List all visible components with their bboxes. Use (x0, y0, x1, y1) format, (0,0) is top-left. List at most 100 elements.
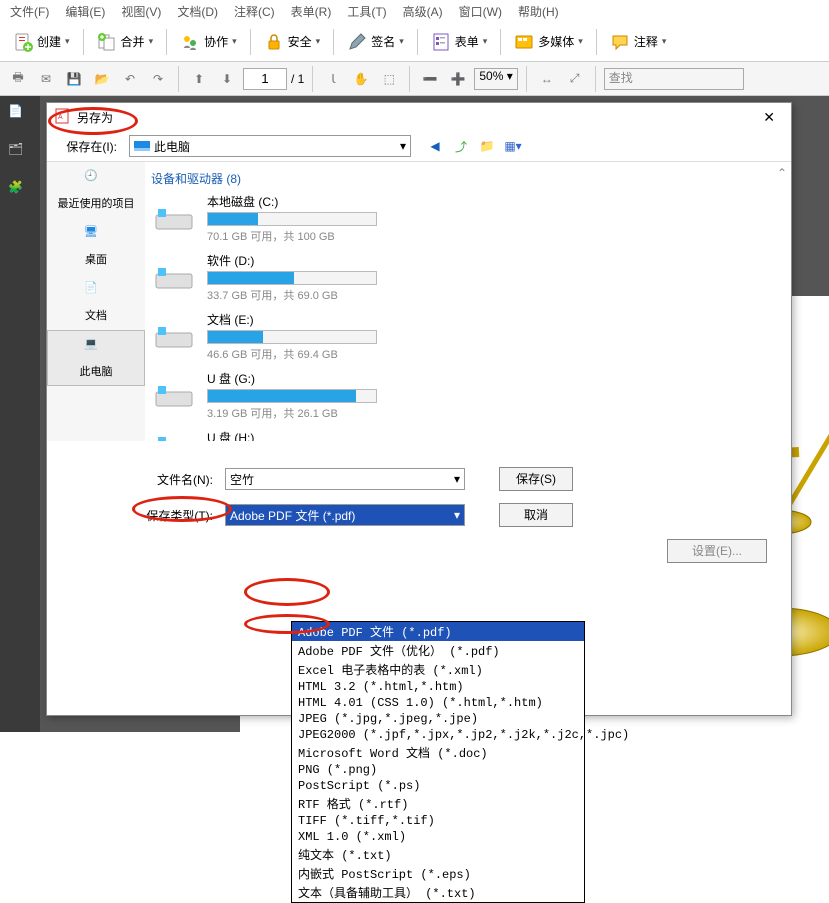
redo-icon[interactable]: ↷ (146, 67, 170, 91)
drive-sub: 70.1 GB 可用，共 100 GB (207, 228, 377, 244)
pdf-icon: A (55, 108, 71, 127)
multimedia-button[interactable]: 多媒体▾ (507, 26, 590, 58)
combine-label: 合并 (121, 33, 145, 50)
dialog-close-button[interactable]: ✕ (755, 107, 783, 128)
drive-item[interactable]: U 盘 (G:)3.19 GB 可用，共 26.1 GB (149, 368, 781, 427)
zoom-in-icon[interactable]: ➕ (446, 67, 470, 91)
filename-input[interactable]: 空竹▾ (225, 468, 465, 490)
filetype-option[interactable]: HTML 4.01 (CSS 1.0) (*.html,*.htm) (292, 695, 584, 711)
filetype-option[interactable]: HTML 3.2 (*.html,*.htm) (292, 679, 584, 695)
page-down-icon[interactable]: ⬇ (215, 67, 239, 91)
back-icon[interactable]: ◀ (425, 136, 445, 156)
drive-sub: 3.19 GB 可用，共 26.1 GB (207, 405, 377, 421)
filetype-combo[interactable]: Adobe PDF 文件 (*.pdf)▾ (225, 504, 465, 526)
save-button[interactable]: 保存(S) (499, 467, 573, 491)
undo-icon[interactable]: ↶ (118, 67, 142, 91)
save-in-combo[interactable]: 此电脑 ▾ (129, 135, 411, 157)
drive-item[interactable]: 文档 (E:)46.6 GB 可用，共 69.4 GB (149, 309, 781, 368)
filetype-option[interactable]: Excel 电子表格中的表 (*.xml) (292, 660, 584, 679)
filetype-option[interactable]: TIFF (*.tiff,*.tif) (292, 813, 584, 829)
drive-list[interactable]: 设备和驱动器 (8)⌃ 本地磁盘 (C:)70.1 GB 可用，共 100 GB… (145, 162, 791, 441)
secure-label: 安全 (288, 33, 312, 50)
zoom-select[interactable]: 50% ▾ (474, 68, 517, 90)
filename-label: 文件名(N): (55, 471, 217, 488)
filetype-option[interactable]: RTF 格式 (*.rtf) (292, 794, 584, 813)
collaborate-icon (180, 32, 200, 52)
drive-item[interactable]: 软件 (D:)33.7 GB 可用，共 69.0 GB (149, 250, 781, 309)
find-input[interactable]: 查找 (604, 68, 744, 90)
menu-advanced[interactable]: 高级(A) (397, 1, 449, 22)
menu-doc[interactable]: 文档(D) (171, 1, 224, 22)
filetype-dropdown[interactable]: Adobe PDF 文件 (*.pdf)Adobe PDF 文件（优化） (*.… (291, 621, 585, 903)
page-up-icon[interactable]: ⬆ (187, 67, 211, 91)
fit-page-icon[interactable]: ⤢ (563, 67, 587, 91)
dropdown-arrow-icon: ▾ (483, 36, 488, 47)
page-number-input[interactable] (243, 68, 287, 90)
settings-button[interactable]: 设置(E)... (667, 539, 767, 563)
filetype-option[interactable]: JPEG (*.jpg,*.jpeg,*.jpe) (292, 711, 584, 727)
drives-header[interactable]: 设备和驱动器 (8)⌃ (149, 166, 781, 191)
drive-icon (151, 262, 197, 294)
select-tool-icon[interactable]: Ꙇ (321, 67, 345, 91)
filetype-option[interactable]: Adobe PDF 文件（优化） (*.pdf) (292, 641, 584, 660)
combine-button[interactable]: 合并▾ (90, 26, 161, 58)
fit-width-icon[interactable]: ↔ (535, 67, 559, 91)
save-icon[interactable]: 💾 (62, 67, 86, 91)
places-bar: 🕘最近使用的项目 🖥桌面 📄文档 💻此电脑 (47, 162, 145, 441)
filetype-option[interactable]: PostScript (*.ps) (292, 778, 584, 794)
filetype-option[interactable]: Adobe PDF 文件 (*.pdf) (292, 622, 584, 641)
filetype-label: 保存类型(T): (55, 507, 217, 524)
place-thispc[interactable]: 💻此电脑 (47, 330, 145, 386)
page-panel-icon[interactable]: 📄 (8, 104, 32, 128)
attachments-panel-icon[interactable]: 🧩 (8, 180, 32, 204)
forms-button[interactable]: 表单▾ (424, 26, 495, 58)
collaborate-button[interactable]: 协作▾ (173, 26, 244, 58)
drive-usage-bar (207, 271, 377, 285)
drive-sub: 33.7 GB 可用，共 69.0 GB (207, 287, 377, 303)
dialog-titlebar: A 另存为 ✕ (47, 103, 791, 131)
combine-icon (97, 32, 117, 52)
menu-window[interactable]: 窗口(W) (453, 1, 508, 22)
collapse-icon[interactable]: ⌃ (777, 166, 787, 180)
dialog-title: 另存为 (77, 109, 113, 126)
sign-button[interactable]: 签名▾ (340, 26, 411, 58)
hand-tool-icon[interactable]: ✋ (349, 67, 373, 91)
place-desktop[interactable]: 🖥桌面 (47, 218, 145, 274)
thumbnails-panel-icon[interactable]: 🗂 (8, 142, 32, 166)
place-documents[interactable]: 📄文档 (47, 274, 145, 330)
open-icon[interactable]: 📂 (90, 67, 114, 91)
filetype-option[interactable]: 纯文本 (*.txt) (292, 845, 584, 864)
zoom-out-icon[interactable]: ➖ (418, 67, 442, 91)
menu-view[interactable]: 视图(V) (115, 1, 167, 22)
secure-button[interactable]: 安全▾ (257, 26, 328, 58)
comment-button[interactable]: 注释▾ (603, 26, 674, 58)
menu-file[interactable]: 文件(F) (4, 1, 55, 22)
mail-icon[interactable]: ✉ (34, 67, 58, 91)
drive-usage-bar (207, 330, 377, 344)
filetype-option[interactable]: 内嵌式 PostScript (*.eps) (292, 864, 584, 883)
filetype-option[interactable]: Microsoft Word 文档 (*.doc) (292, 743, 584, 762)
place-recent[interactable]: 🕘最近使用的项目 (47, 162, 145, 218)
menu-tools[interactable]: 工具(T) (341, 1, 392, 22)
cancel-button[interactable]: 取消 (499, 503, 573, 527)
save-as-dialog: A 另存为 ✕ 保存在(I): 此电脑 ▾ ◀ ⤴ 📁 ▦▾ 🕘最近使用的项目 … (46, 102, 792, 716)
drive-item[interactable]: 本地磁盘 (C:)70.1 GB 可用，共 100 GB (149, 191, 781, 250)
filetype-option[interactable]: JPEG2000 (*.jpf,*.jpx,*.jp2,*.j2k,*.j2c,… (292, 727, 584, 743)
menu-comments[interactable]: 注释(C) (228, 1, 281, 22)
drive-item[interactable]: U 盘 (H:) (149, 427, 781, 441)
media-icon (514, 32, 534, 52)
filetype-option[interactable]: XML 1.0 (*.xml) (292, 829, 584, 845)
filetype-option[interactable]: PNG (*.png) (292, 762, 584, 778)
menu-help[interactable]: 帮助(H) (512, 1, 565, 22)
create-button[interactable]: 创建▾ (6, 26, 77, 58)
marquee-icon[interactable]: ⬚ (377, 67, 401, 91)
view-menu-icon[interactable]: ▦▾ (503, 136, 523, 156)
menu-forms[interactable]: 表单(R) (285, 1, 338, 22)
print-icon[interactable]: 🖶 (6, 67, 30, 91)
chevron-down-icon: ▾ (454, 508, 460, 522)
save-in-label: 保存在(I): (55, 138, 121, 155)
menu-edit[interactable]: 编辑(E) (59, 1, 111, 22)
up-icon[interactable]: ⤴ (451, 136, 471, 156)
filetype-option[interactable]: 文本（具备辅助工具） (*.txt) (292, 883, 584, 902)
new-folder-icon[interactable]: 📁 (477, 136, 497, 156)
